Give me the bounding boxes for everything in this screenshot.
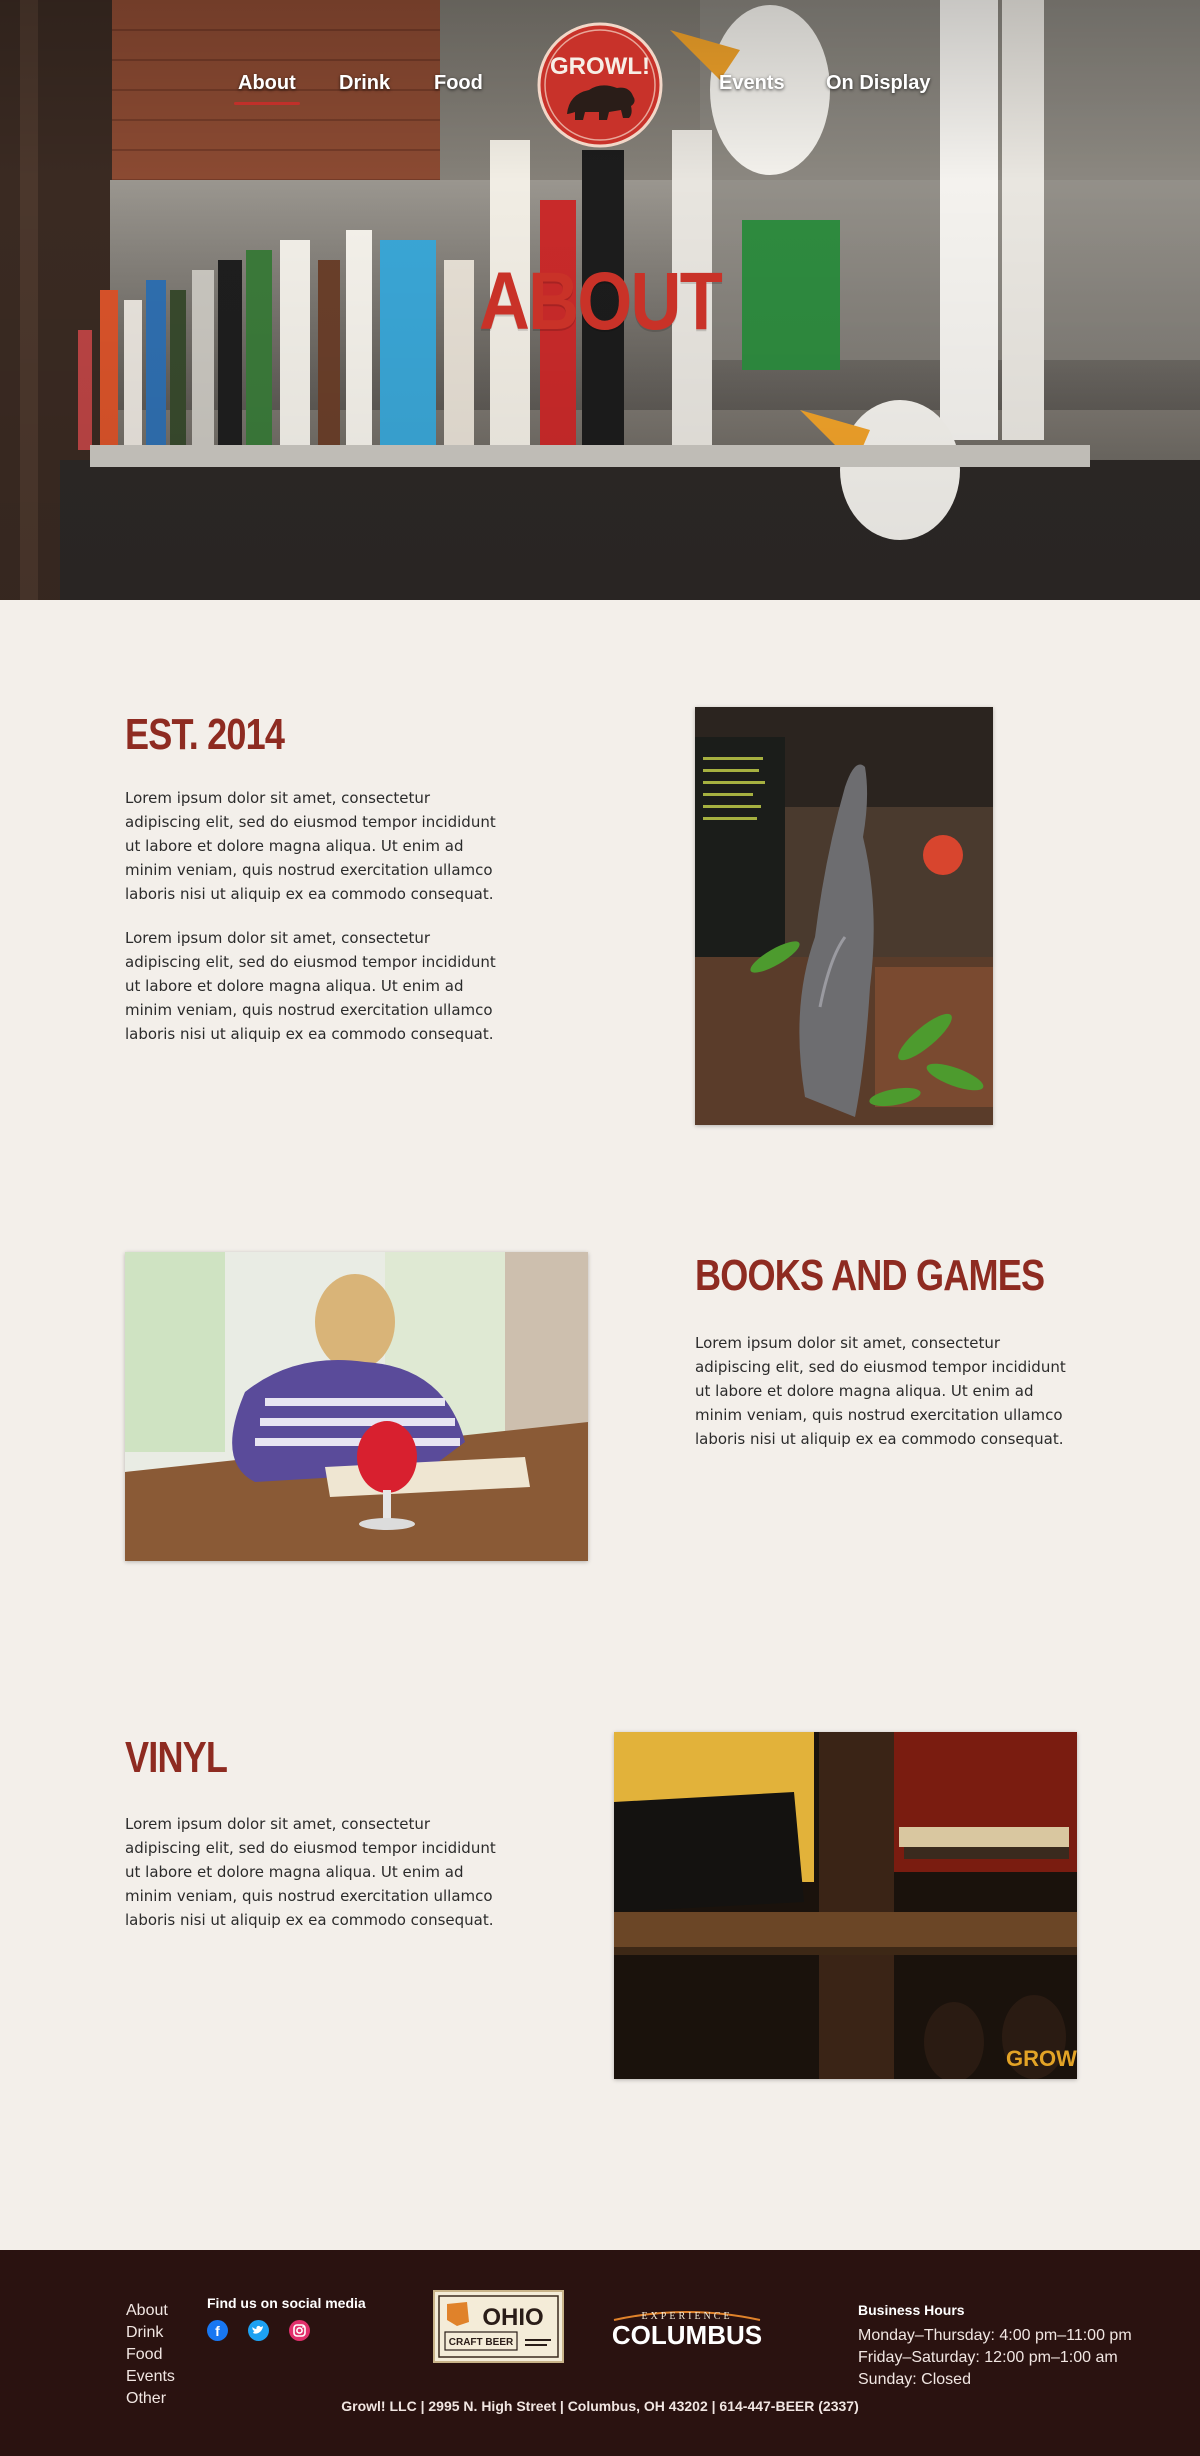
hero-title: ABOUT: [478, 256, 723, 347]
svg-text:f: f: [215, 2323, 220, 2339]
experience-columbus-badge[interactable]: EXPERIENCE COLUMBUS: [604, 2302, 770, 2352]
section-title: BOOKS AND GAMES: [695, 1251, 1045, 1300]
site-footer: About Drink Food Events Other Find us on…: [0, 2250, 1200, 2456]
instagram-icon[interactable]: [289, 2320, 310, 2341]
hours-sunday: Sunday: Closed: [858, 2371, 971, 2388]
logo-text: GROWL!: [550, 53, 650, 80]
section-paragraph: Lorem ipsum dolor sit amet, consectetur …: [695, 1334, 1066, 1448]
section-paragraph: Lorem ipsum dolor sit amet, consectetur …: [125, 789, 496, 903]
vinyl-shelf-photo: GROWL: [614, 1732, 1077, 2079]
columbus-badge-title: COLUMBUS: [612, 2320, 762, 2350]
social-links: f: [207, 2320, 310, 2341]
ohio-badge-subtitle: CRAFT BEER: [449, 2337, 514, 2348]
footer-link-food[interactable]: Food: [126, 2344, 175, 2366]
bear-statue-photo: [695, 707, 993, 1125]
hours-weekday: Monday–Thursday: 4:00 pm–11:00 pm: [858, 2327, 1132, 2344]
ohio-badge-title: OHIO: [482, 2304, 543, 2331]
main-nav: About Drink Food GROWL! Events On Displa…: [0, 0, 1200, 170]
hours-weekend: Friday–Saturday: 12:00 pm–1:00 am: [858, 2349, 1118, 2366]
facebook-icon[interactable]: f: [207, 2320, 228, 2341]
ohio-craft-beer-badge[interactable]: OHIO CRAFT BEER: [433, 2290, 564, 2363]
svg-text:GROWL: GROWL: [1006, 2046, 1077, 2071]
nav-food[interactable]: Food: [434, 72, 483, 95]
footer-address: Growl! LLC | 2995 N. High Street | Colum…: [341, 2398, 859, 2414]
section-title: EST. 2014: [125, 710, 285, 759]
footer-link-events[interactable]: Events: [126, 2366, 175, 2388]
section-title: VINYL: [125, 1733, 228, 1782]
footer-link-about[interactable]: About: [126, 2300, 175, 2322]
social-title: Find us on social media: [207, 2295, 366, 2311]
footer-nav: About Drink Food Events Other: [126, 2300, 175, 2410]
footer-link-drink[interactable]: Drink: [126, 2322, 175, 2344]
nav-on-display[interactable]: On Display: [826, 72, 930, 95]
hero-banner: About Drink Food GROWL! Events On Displa…: [0, 0, 1200, 600]
section-paragraph: Lorem ipsum dolor sit amet, consectetur …: [125, 929, 496, 1043]
nav-about[interactable]: About: [234, 72, 300, 105]
nav-drink[interactable]: Drink: [339, 72, 390, 95]
nav-events[interactable]: Events: [719, 72, 785, 95]
growl-logo[interactable]: GROWL!: [537, 22, 663, 148]
business-hours-title: Business Hours: [858, 2302, 965, 2318]
twitter-icon[interactable]: [248, 2320, 269, 2341]
business-hours: Monday–Thursday: 4:00 pm–11:00 pm Friday…: [858, 2325, 1132, 2391]
woman-reading-photo: [125, 1252, 588, 1561]
section-paragraph: Lorem ipsum dolor sit amet, consectetur …: [125, 1815, 496, 1929]
